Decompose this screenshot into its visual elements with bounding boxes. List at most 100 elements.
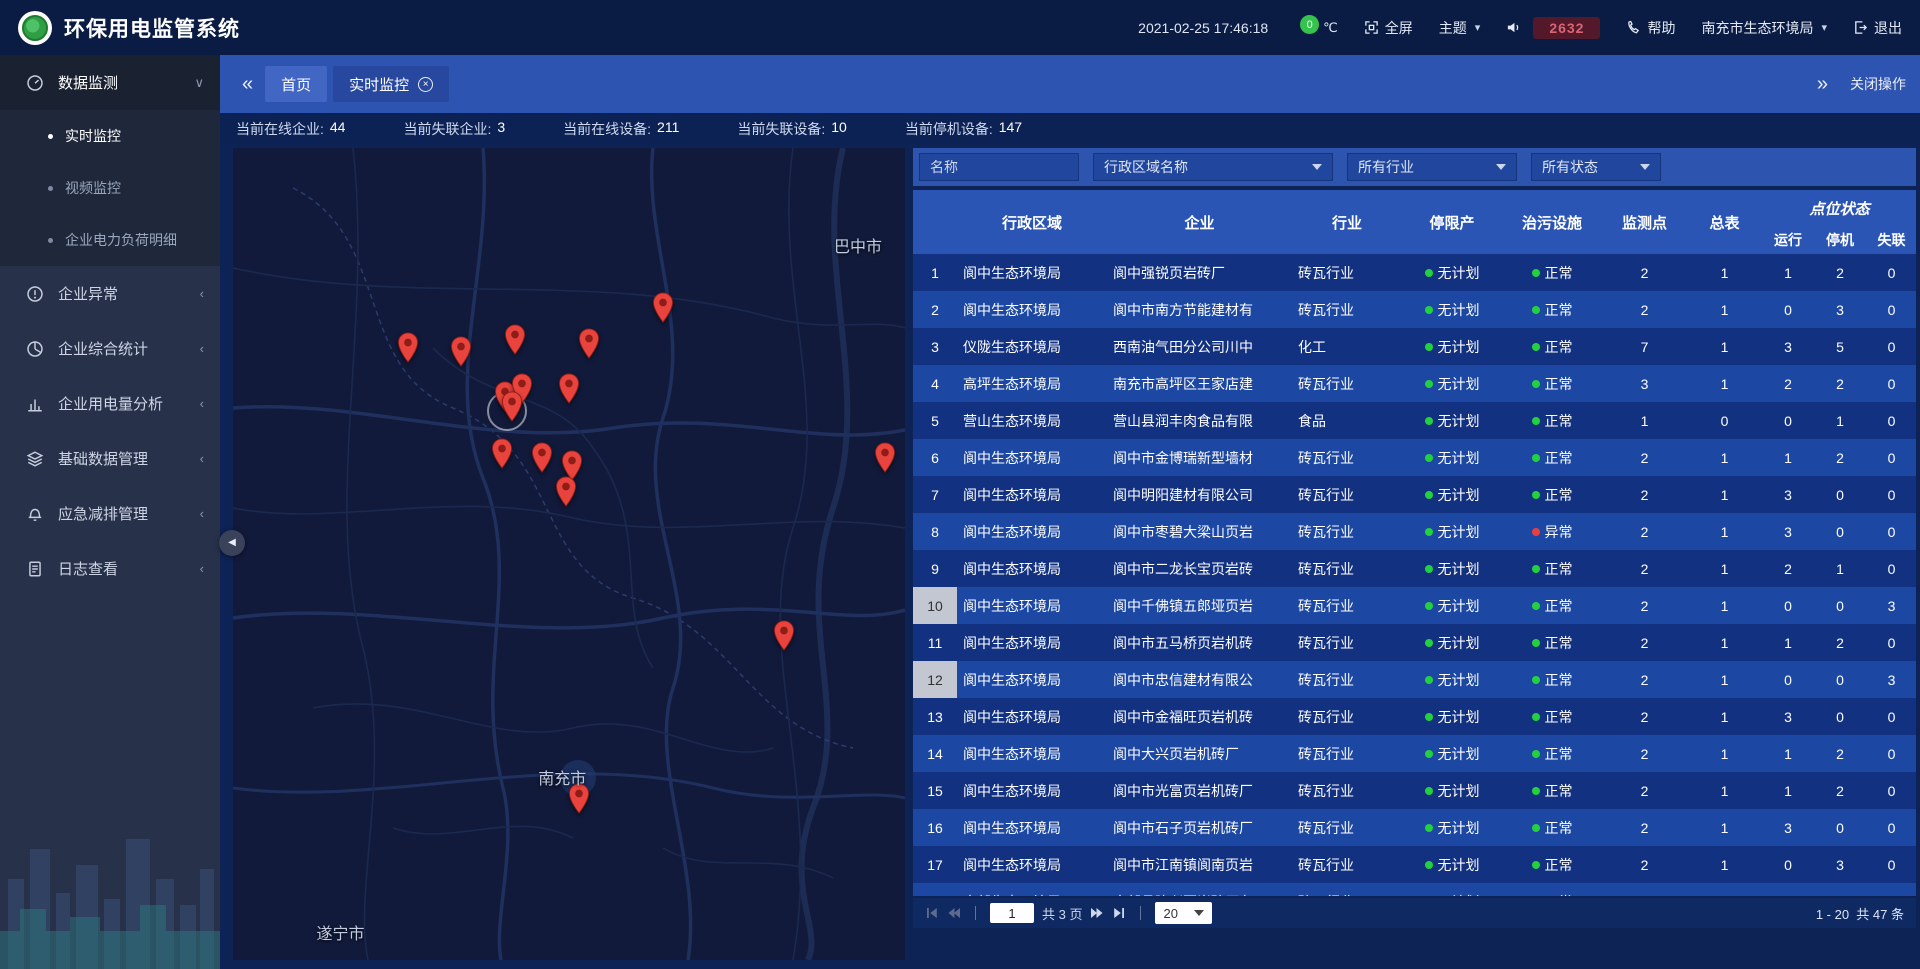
cell-monitor-count: 2	[1602, 698, 1687, 735]
chevron-down-icon: ▾	[1821, 21, 1827, 34]
table-row[interactable]: 7阆中生态环境局阆中明阳建材有限公司砖瓦行业无计划正常21300	[913, 476, 1916, 513]
region-filter-select[interactable]: 行政区域名称	[1093, 153, 1333, 181]
sidebar-section: 企业综合统计‹	[0, 321, 220, 376]
sidebar-subitem-label: 企业电力负荷明细	[65, 230, 177, 250]
status-dot-green	[1425, 343, 1433, 351]
last-page-icon	[1112, 906, 1126, 920]
stat-label: 当前在线设备:	[563, 119, 651, 139]
stat-label: 当前失联设备:	[737, 119, 825, 139]
status-text: 正常	[1545, 561, 1573, 577]
fullscreen-button[interactable]: 全屏	[1364, 18, 1413, 38]
sidebar-subitem-0-2[interactable]: 企业电力负荷明细	[0, 214, 220, 266]
notification-button[interactable]	[1506, 20, 1521, 35]
tabs-scroll-right-button[interactable]: »	[1809, 73, 1836, 96]
status-text: 正常	[1545, 302, 1573, 318]
map-pin[interactable]	[874, 442, 896, 473]
cell-stopped-count: 2	[1814, 735, 1866, 772]
table-row[interactable]: 18南部生态环境局南部县建兴页岩砖厂有砖瓦行业无计划正常21003	[913, 883, 1916, 896]
table-row[interactable]: 3仪陇生态环境局西南油气田分公司川中化工无计划正常71350	[913, 328, 1916, 365]
pagination-bar: 共 3 页 20 1 - 20 共 47 条	[913, 898, 1916, 928]
log-icon	[26, 560, 44, 578]
table-row[interactable]: 13阆中生态环境局阆中市金福旺页岩机砖砖瓦行业无计划正常21300	[913, 698, 1916, 735]
tab-close-icon[interactable]: ×	[418, 77, 433, 92]
map-pin[interactable]	[578, 328, 600, 359]
cell-offline-count: 3	[1866, 883, 1916, 896]
table-row[interactable]: 15阆中生态环境局阆中市光富页岩机砖厂砖瓦行业无计划正常21120	[913, 772, 1916, 809]
prev-page-button[interactable]	[947, 906, 961, 920]
table-row[interactable]: 4高坪生态环境局南充市高坪区王家店建砖瓦行业无计划正常31220	[913, 365, 1916, 402]
table-row[interactable]: 16阆中生态环境局阆中市石子页岩机砖厂砖瓦行业无计划正常21300	[913, 809, 1916, 846]
table-row[interactable]: 14阆中生态环境局阆中大兴页岩机砖厂砖瓦行业无计划正常21120	[913, 735, 1916, 772]
help-button[interactable]: 帮助	[1626, 18, 1675, 38]
sidebar-item-0[interactable]: 数据监测∨	[0, 55, 220, 110]
map-pin[interactable]	[555, 476, 577, 507]
cell-company: 南充市高坪区王家店建	[1107, 365, 1292, 402]
sidebar-item-5[interactable]: 应急减排管理‹	[0, 486, 220, 541]
status-text: 异常	[1545, 524, 1573, 540]
sidebar-subitem-0-0[interactable]: 实时监控	[0, 110, 220, 162]
page-number-input[interactable]	[990, 903, 1034, 923]
map-collapse-handle[interactable]: ◀	[219, 530, 245, 556]
map-pin[interactable]	[773, 620, 795, 651]
alert-count-badge[interactable]: 2632	[1533, 17, 1600, 39]
company-table: 行政区域 企业 行业 停限产 治污设施 监测点 总表 点位状态	[913, 190, 1916, 896]
map-pin[interactable]	[531, 442, 553, 473]
stat-value: 44	[330, 119, 346, 139]
table-row[interactable]: 2阆中生态环境局阆中市南方节能建材有砖瓦行业无计划正常21030	[913, 291, 1916, 328]
tabs-scroll-left-button[interactable]: «	[234, 73, 261, 96]
cell-stopped-count: 3	[1814, 846, 1866, 883]
sidebar-item-1[interactable]: 企业异常‹	[0, 266, 220, 321]
cell-region: 营山生态环境局	[957, 402, 1107, 439]
page-size-select[interactable]: 20	[1155, 902, 1211, 924]
cell-industry: 砖瓦行业	[1292, 735, 1402, 772]
map-pin[interactable]	[652, 292, 674, 323]
first-page-button[interactable]	[925, 906, 939, 920]
status-dot-green	[1532, 417, 1540, 425]
sidebar-item-6[interactable]: 日志查看‹	[0, 541, 220, 596]
tab-1[interactable]: 实时监控×	[333, 66, 449, 102]
cell-company: 阆中市二龙长宝页岩砖	[1107, 550, 1292, 587]
next-page-button[interactable]	[1090, 906, 1104, 920]
cell-index: 18	[913, 883, 957, 896]
temperature-badge: 0	[1300, 15, 1319, 34]
map-pin[interactable]	[558, 373, 580, 404]
table-row[interactable]: 6阆中生态环境局阆中市金博瑞新型墙材砖瓦行业无计划正常21120	[913, 439, 1916, 476]
company-table-wrap: 行政区域 企业 行业 停限产 治污设施 监测点 总表 点位状态	[913, 190, 1916, 896]
app-title: 环保用电监管系统	[64, 13, 240, 43]
map-pin[interactable]	[491, 438, 513, 469]
logout-button[interactable]: 退出	[1853, 18, 1902, 38]
status-filter-select[interactable]: 所有状态	[1531, 153, 1661, 181]
map-pin[interactable]	[504, 324, 526, 355]
map-pin[interactable]	[501, 391, 523, 422]
cell-offline-count: 3	[1866, 587, 1916, 624]
sidebar-item-3[interactable]: 企业用电量分析‹	[0, 376, 220, 431]
name-filter-input[interactable]	[919, 153, 1079, 181]
table-row[interactable]: 9阆中生态环境局阆中市二龙长宝页岩砖砖瓦行业无计划正常21210	[913, 550, 1916, 587]
theme-dropdown[interactable]: 主题▾	[1439, 18, 1481, 38]
region-filter-value: 行政区域名称	[1104, 157, 1188, 177]
map-panel[interactable]: 巴中市南充市遂宁市 ◀	[233, 148, 905, 960]
close-operations-button[interactable]: 关闭操作	[1850, 74, 1906, 94]
map-pin[interactable]	[450, 336, 472, 367]
stat-label: 当前在线企业:	[236, 119, 324, 139]
cell-meter-count: 1	[1687, 328, 1762, 365]
sidebar-subitem-0-1[interactable]: 视频监控	[0, 162, 220, 214]
sidebar-item-4[interactable]: 基础数据管理‹	[0, 431, 220, 486]
sidebar-item-2[interactable]: 企业综合统计‹	[0, 321, 220, 376]
status-dot-green	[1425, 602, 1433, 610]
cell-stopped-count: 0	[1814, 513, 1866, 550]
table-row[interactable]: 1阆中生态环境局阆中强锐页岩砖厂砖瓦行业无计划正常21120	[913, 254, 1916, 291]
map-pin[interactable]	[397, 332, 419, 363]
table-row[interactable]: 12阆中生态环境局阆中市忠信建材有限公砖瓦行业无计划正常21003	[913, 661, 1916, 698]
table-row[interactable]: 8阆中生态环境局阆中市枣碧大梁山页岩砖瓦行业无计划异常21300	[913, 513, 1916, 550]
org-dropdown[interactable]: 南充市生态环境局▾	[1701, 18, 1827, 38]
last-page-button[interactable]	[1112, 906, 1126, 920]
industry-filter-select[interactable]: 所有行业	[1347, 153, 1517, 181]
cell-limit-status: 无计划	[1402, 476, 1502, 513]
table-row[interactable]: 5营山生态环境局营山县润丰肉食品有限食品无计划正常10010	[913, 402, 1916, 439]
col-header-facility: 治污设施	[1502, 190, 1602, 254]
tab-0[interactable]: 首页	[265, 66, 327, 102]
table-row[interactable]: 17阆中生态环境局阆中市江南镇阆南页岩砖瓦行业无计划正常21030	[913, 846, 1916, 883]
table-row[interactable]: 10阆中生态环境局阆中千佛镇五郎垭页岩砖瓦行业无计划正常21003	[913, 587, 1916, 624]
table-row[interactable]: 11阆中生态环境局阆中市五马桥页岩机砖砖瓦行业无计划正常21120	[913, 624, 1916, 661]
